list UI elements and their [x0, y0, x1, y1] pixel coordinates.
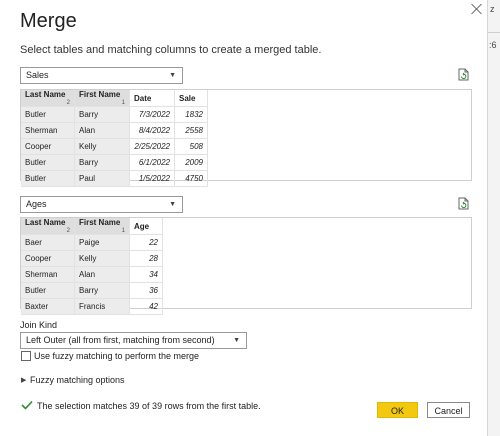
table-cell: 7/3/2022 — [129, 106, 175, 123]
table-cell: Francis — [74, 298, 130, 315]
table-row: Butler Barry 6/1/2022 2009 — [21, 154, 208, 171]
sort-order-badge: 1 — [121, 228, 125, 234]
table-cell: 42 — [129, 298, 163, 315]
second-table-preview: Last Name 2 First Name 1 Age Baer Paige 22 Coope… — [20, 217, 472, 315]
background-text-top: z — [490, 4, 495, 14]
table-cell: 8/4/2022 — [129, 122, 175, 139]
first-table-preview: Last Name 2 First Name 1 Date Sale Butler Barry… — [20, 89, 472, 187]
chevron-down-icon: ▼ — [233, 337, 240, 344]
table-cell: Sherman — [21, 122, 75, 139]
sort-order-badge: 2 — [66, 100, 70, 106]
column-header[interactable]: Date — [129, 90, 175, 107]
table-cell: 28 — [129, 250, 163, 267]
second-table-select[interactable]: Ages ▼ — [20, 196, 183, 213]
background-window: z :6 — [488, 0, 500, 436]
table-cell: Sherman — [21, 266, 75, 283]
dialog-subtitle: Select tables and matching columns to cr… — [20, 44, 322, 56]
table-row: Baer Paige 22 — [21, 234, 163, 251]
column-header-label: Age — [134, 221, 150, 231]
table-cell: 6/1/2022 — [129, 154, 175, 171]
column-header[interactable]: Last Name 2 — [21, 218, 75, 235]
table-cell: Alan — [74, 266, 130, 283]
chevron-down-icon: ▼ — [169, 72, 176, 79]
table-cell: 2009 — [174, 154, 208, 171]
table-cell: Butler — [21, 106, 75, 123]
table-cell: 36 — [129, 282, 163, 299]
first-table-select[interactable]: Sales ▼ — [20, 67, 183, 84]
match-status-message: The selection matches 39 of 39 rows from… — [37, 401, 261, 411]
refresh-preview-icon[interactable] — [458, 197, 470, 210]
fuzzy-matching-checkbox[interactable] — [21, 351, 31, 361]
table-row: Butler Barry 7/3/2022 1832 — [21, 106, 208, 123]
column-header-label: Last Name — [25, 90, 66, 99]
fuzzy-matching-label[interactable]: Use fuzzy matching to perform the merge — [34, 351, 199, 361]
table-header-row: Last Name 2 First Name 1 Age — [21, 218, 163, 235]
cancel-button[interactable]: Cancel — [427, 402, 470, 418]
table-cell: 4750 — [174, 170, 208, 187]
close-icon[interactable] — [470, 2, 484, 16]
table-cell: Kelly — [74, 250, 130, 267]
first-table-grid: Last Name 2 First Name 1 Date Sale Butler Barry… — [21, 90, 208, 187]
fuzzy-options-toggle[interactable]: Fuzzy matching options — [30, 375, 125, 385]
column-header-label: Last Name — [25, 218, 66, 227]
sort-order-badge: 1 — [121, 100, 125, 106]
background-text-side: :6 — [489, 40, 497, 50]
table-cell: Baer — [21, 234, 75, 251]
table-cell: Cooper — [21, 250, 75, 267]
table-row: Butler Paul 1/5/2022 4750 — [21, 170, 208, 187]
table-cell: Barry — [74, 106, 130, 123]
column-header[interactable]: Sale — [174, 90, 208, 107]
ok-button[interactable]: OK — [377, 402, 418, 418]
column-header-label: Date — [134, 93, 152, 103]
join-kind-select-value: Left Outer (all from first, matching fro… — [26, 335, 215, 345]
column-header[interactable]: First Name 1 — [74, 90, 130, 107]
table-cell: Butler — [21, 154, 75, 171]
table-cell: 2558 — [174, 122, 208, 139]
column-header-label: First Name — [79, 218, 121, 227]
column-header-label: Sale — [179, 93, 196, 103]
table-cell: Alan — [74, 122, 130, 139]
table-cell: Cooper — [21, 138, 75, 155]
table-cell: Butler — [21, 170, 75, 187]
table-header-row: Last Name 2 First Name 1 Date Sale — [21, 90, 208, 107]
dialog-title: Merge — [20, 10, 77, 32]
join-kind-label: Join Kind — [20, 320, 58, 330]
table-cell: Paul — [74, 170, 130, 187]
table-row: Sherman Alan 34 — [21, 266, 163, 283]
table-cell: 1/5/2022 — [129, 170, 175, 187]
table-row: Cooper Kelly 28 — [21, 250, 163, 267]
table-row: Baxter Francis 42 — [21, 298, 163, 315]
table-cell: 2/25/2022 — [129, 138, 175, 155]
table-cell: 22 — [129, 234, 163, 251]
column-header[interactable]: Last Name 2 — [21, 90, 75, 107]
join-kind-select[interactable]: Left Outer (all from first, matching fro… — [20, 332, 247, 349]
table-cell: Baxter — [21, 298, 75, 315]
table-cell: Kelly — [74, 138, 130, 155]
column-header-label: First Name — [79, 90, 121, 99]
table-cell: 508 — [174, 138, 208, 155]
table-row: Cooper Kelly 2/25/2022 508 — [21, 138, 208, 155]
first-table-select-value: Sales — [26, 70, 49, 80]
table-cell: Barry — [74, 282, 130, 299]
background-divider — [488, 32, 500, 33]
table-cell: Barry — [74, 154, 130, 171]
table-row: Sherman Alan 8/4/2022 2558 — [21, 122, 208, 139]
sort-order-badge: 2 — [66, 228, 70, 234]
table-cell: Paige — [74, 234, 130, 251]
second-table-grid: Last Name 2 First Name 1 Age Baer Paige 22 Coope… — [21, 218, 163, 315]
table-row: Butler Barry 36 — [21, 282, 163, 299]
column-header[interactable]: Age — [129, 218, 163, 235]
table-cell: 1832 — [174, 106, 208, 123]
column-header[interactable]: First Name 1 — [74, 218, 130, 235]
table-cell: 34 — [129, 266, 163, 283]
merge-dialog: Merge Select tables and matching columns… — [0, 0, 488, 436]
checkmark-icon — [21, 400, 33, 410]
chevron-down-icon: ▼ — [169, 201, 176, 208]
second-table-select-value: Ages — [26, 199, 47, 209]
refresh-preview-icon[interactable] — [458, 68, 470, 81]
table-cell: Butler — [21, 282, 75, 299]
chevron-right-icon[interactable]: ▶ — [21, 376, 26, 384]
